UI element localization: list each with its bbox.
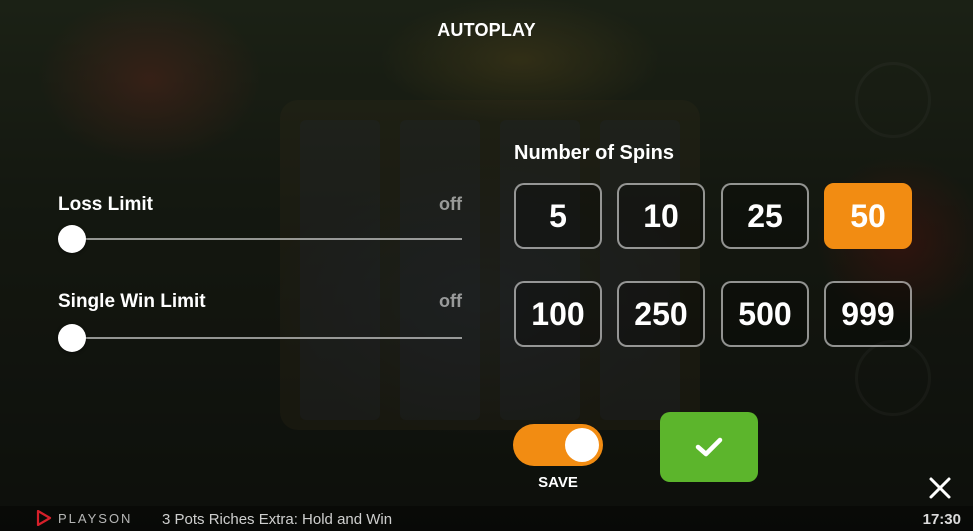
spins-option-button[interactable]: 100 (514, 281, 602, 347)
loss-limit-slider-thumb[interactable] (58, 225, 86, 253)
spins-option-button[interactable]: 25 (721, 183, 809, 249)
checkmark-icon (695, 437, 723, 457)
autoplay-title: AUTOPLAY (437, 20, 536, 40)
close-button[interactable] (926, 474, 954, 502)
loss-limit-slider-track[interactable] (70, 238, 462, 240)
save-toggle-knob (565, 428, 599, 462)
spins-option-button[interactable]: 5 (514, 183, 602, 249)
confirm-button[interactable] (660, 412, 758, 482)
spins-option-button[interactable]: 500 (721, 281, 809, 347)
number-of-spins-title: Number of Spins (514, 142, 675, 164)
playson-logo-icon (36, 510, 52, 526)
spins-option-button[interactable]: 50 (824, 183, 912, 249)
playson-logo: PLAYSON (36, 510, 132, 526)
single-win-limit-slider-thumb[interactable] (58, 324, 86, 352)
spins-option-button[interactable]: 10 (617, 183, 705, 249)
single-win-limit-value: off (439, 291, 462, 311)
close-icon (929, 477, 951, 499)
modal-overlay (0, 0, 973, 531)
loss-limit-label: Loss Limit (58, 194, 154, 215)
save-label: SAVE (538, 474, 578, 491)
save-toggle[interactable] (513, 424, 603, 466)
spins-option-button[interactable]: 250 (617, 281, 705, 347)
brand-name: PLAYSON (58, 510, 133, 526)
game-name: 3 Pots Riches Extra: Hold and Win (162, 511, 393, 528)
footer-bar (0, 506, 973, 531)
single-win-limit-label: Single Win Limit (58, 291, 206, 312)
loss-limit-value: off (439, 194, 462, 214)
clock: 17:30 (922, 511, 961, 528)
spins-option-button[interactable]: 999 (824, 281, 912, 347)
single-win-limit-slider-track[interactable] (70, 337, 462, 339)
